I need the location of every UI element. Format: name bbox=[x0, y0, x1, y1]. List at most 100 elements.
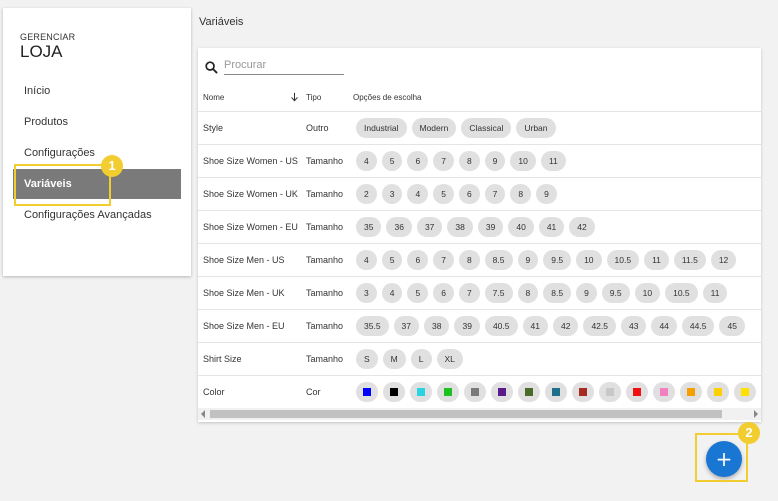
option-chip: 8.5 bbox=[484, 250, 513, 270]
color-chip bbox=[491, 382, 513, 402]
color-swatch bbox=[498, 388, 506, 396]
option-chip: Modern bbox=[411, 118, 457, 138]
option-chip: 35 bbox=[356, 217, 382, 237]
option-chips: 23456789 bbox=[356, 184, 557, 204]
option-chip: 9.5 bbox=[543, 250, 572, 270]
option-chip: 4 bbox=[407, 184, 429, 204]
option-chip: 37 bbox=[393, 316, 420, 336]
option-chip: 38 bbox=[447, 217, 473, 237]
option-chip: Classical bbox=[461, 118, 512, 138]
column-header-name[interactable]: Nome bbox=[203, 93, 224, 102]
variable-name: Style bbox=[203, 123, 224, 133]
color-swatch bbox=[552, 388, 560, 396]
table-row[interactable]: Shoe Size Women - EU Tamanho 35 36 37 38 39 40 4… bbox=[198, 210, 761, 244]
sidebar-item-variaveis[interactable]: Variáveis bbox=[13, 169, 181, 199]
callout-badge-2: 2 bbox=[738, 422, 760, 444]
option-chips: S M L XL bbox=[356, 349, 463, 369]
color-swatch bbox=[390, 388, 398, 396]
option-chip: 3 bbox=[381, 184, 403, 204]
option-chip: 5 bbox=[407, 283, 429, 303]
option-chip: 7.5 bbox=[484, 283, 513, 303]
table-row[interactable]: Shoe Size Women - UK Tamanho 2 3 4 5 6 7 8 9 bbox=[198, 177, 761, 211]
brand-title: LOJA bbox=[20, 42, 63, 61]
color-swatch bbox=[417, 388, 425, 396]
option-chip: 5 bbox=[433, 184, 454, 204]
variable-name: Shoe Size Men - UK bbox=[203, 288, 285, 298]
color-chip bbox=[356, 382, 378, 402]
option-chip: 6 bbox=[407, 250, 429, 270]
table-row[interactable]: Shoe Size Women - US Tamanho 4 5 6 7 8 9 10 11 bbox=[198, 144, 761, 178]
option-chip: 9 bbox=[536, 184, 557, 204]
variable-type: Tamanho bbox=[306, 156, 344, 166]
color-swatch bbox=[444, 388, 452, 396]
sidebar-item-configuracoes-avancadas[interactable]: Configurações Avançadas bbox=[13, 200, 181, 230]
color-chip bbox=[410, 382, 432, 402]
color-chip bbox=[518, 382, 540, 402]
table-row[interactable]: Shoe Size Men - US Tamanho 4 5 6 7 8 8.5 9 9.5 10 1… bbox=[198, 243, 761, 277]
variable-name: Color bbox=[203, 387, 225, 397]
option-chips: 4 5 6 7 8 8.5 9 9.5 10 10.5 11 11.5 12 bbox=[356, 250, 737, 270]
variable-name: Shirt Size bbox=[203, 354, 242, 364]
color-swatch bbox=[525, 388, 533, 396]
table-row[interactable]: Shoe Size Men - EU Tamanho 35.5 37 38 39 40.5 4… bbox=[198, 309, 761, 343]
add-variable-button[interactable]: + bbox=[706, 441, 742, 477]
color-chip bbox=[545, 382, 567, 402]
variable-type: Tamanho bbox=[306, 189, 344, 199]
option-chip: 10 bbox=[510, 151, 536, 171]
color-swatch bbox=[606, 388, 614, 396]
variable-type: Tamanho bbox=[306, 321, 344, 331]
scroll-right-arrow-icon[interactable] bbox=[754, 410, 758, 418]
color-chip bbox=[680, 382, 702, 402]
option-chips: 35.5 37 38 39 40.5 41 42 42.5 43 44 44.5 45 bbox=[356, 316, 745, 336]
option-chip: 8 bbox=[510, 184, 532, 204]
option-chip: 41 bbox=[522, 316, 548, 336]
option-chip: 10 bbox=[634, 283, 661, 303]
variables-table-card: Nome Tipo Opções de escolha Style Outro In… bbox=[198, 48, 761, 422]
table-row[interactable]: Shoe Size Men - UK Tamanho 3 4 5 6 7 7.5 8 8.5 9 9.… bbox=[198, 276, 761, 310]
table-row[interactable]: Style Outro Industrial Modern Classical Urban bbox=[198, 111, 761, 145]
variable-type: Tamanho bbox=[306, 354, 344, 364]
option-chip: 8 bbox=[458, 151, 480, 171]
option-chip: 7 bbox=[458, 283, 480, 303]
color-chip bbox=[599, 382, 621, 402]
color-swatch bbox=[741, 388, 749, 396]
color-swatch bbox=[471, 388, 479, 396]
scroll-left-arrow-icon[interactable] bbox=[201, 410, 205, 418]
brand-subtitle: GERENCIAR bbox=[20, 32, 76, 42]
column-header-type[interactable]: Tipo bbox=[306, 93, 321, 102]
scrollbar-thumb[interactable] bbox=[210, 410, 722, 418]
option-chip: 6 bbox=[407, 151, 429, 171]
sidebar-item-configuracoes[interactable]: Configurações bbox=[13, 138, 181, 168]
option-chip: 37 bbox=[416, 217, 443, 237]
option-chips: 4 5 6 7 8 9 10 11 bbox=[356, 151, 566, 171]
option-chip: 35.5 bbox=[356, 316, 389, 336]
color-chip bbox=[383, 382, 405, 402]
option-chips: 3 4 5 6 7 7.5 8 8.5 9 9.5 10 10.5 11 bbox=[356, 283, 728, 303]
sort-arrow-down-icon[interactable] bbox=[290, 92, 299, 102]
search-input[interactable] bbox=[224, 56, 344, 75]
option-chip: 4 bbox=[356, 250, 377, 270]
color-chip bbox=[734, 382, 756, 402]
variable-type: Tamanho bbox=[306, 288, 344, 298]
option-chip: 38 bbox=[424, 316, 450, 336]
option-chip: 42 bbox=[552, 316, 579, 336]
sidebar-item-inicio[interactable]: Início bbox=[13, 76, 181, 106]
option-chips bbox=[356, 382, 756, 402]
color-swatch bbox=[633, 388, 641, 396]
sidebar-item-produtos[interactable]: Produtos bbox=[13, 107, 181, 137]
color-chip bbox=[437, 382, 459, 402]
option-chip: 3 bbox=[356, 283, 377, 303]
option-chip: 42 bbox=[569, 217, 595, 237]
sidebar: GERENCIAR LOJA Início Produtos Configura… bbox=[3, 8, 191, 276]
table-row[interactable]: Color Cor bbox=[198, 375, 761, 409]
horizontal-scrollbar[interactable] bbox=[198, 408, 761, 420]
variable-type: Cor bbox=[306, 387, 321, 397]
page-title: Variáveis bbox=[199, 16, 244, 28]
option-chip: 9 bbox=[576, 283, 597, 303]
option-chip: 4 bbox=[356, 151, 377, 171]
option-chip: M bbox=[382, 349, 406, 369]
table-row[interactable]: Shirt Size Tamanho S M L XL bbox=[198, 342, 761, 376]
variable-name: Shoe Size Men - EU bbox=[203, 321, 285, 331]
option-chip: Industrial bbox=[356, 118, 407, 138]
option-chip: 4 bbox=[381, 283, 403, 303]
